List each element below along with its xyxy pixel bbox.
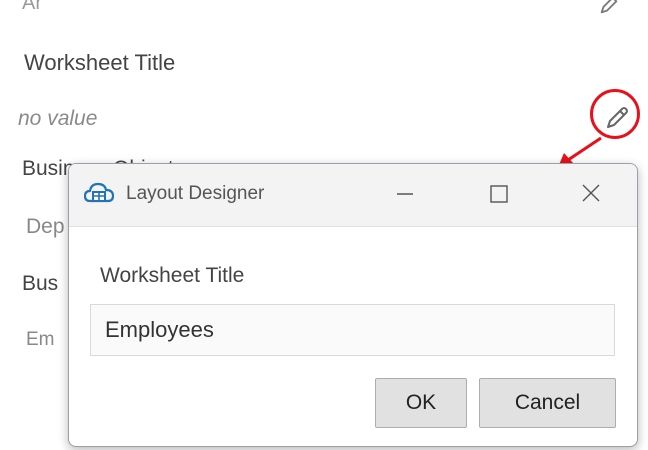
pencil-icon-top[interactable]: [598, 0, 620, 16]
cancel-button[interactable]: Cancel: [479, 378, 616, 428]
property-value: no value: [18, 107, 98, 130]
background-row-dep: Dep: [26, 215, 65, 238]
property-title: Worksheet Title: [24, 50, 176, 75]
background-row-em: Em: [26, 329, 55, 350]
maximize-icon[interactable]: [477, 172, 523, 216]
layout-designer-dialog: Layout Designer Worksheet Title OK Cance…: [68, 163, 638, 447]
dialog-titlebar[interactable]: Layout Designer: [69, 164, 637, 227]
dialog-title: Layout Designer: [126, 183, 265, 204]
layout-designer-app-icon: [84, 182, 114, 203]
background-row-bus: Bus: [22, 272, 59, 295]
worksheet-title-label: Worksheet Title: [100, 264, 245, 287]
minimize-icon[interactable]: [381, 172, 427, 216]
clipped-property-label: Ar: [22, 0, 42, 14]
close-icon[interactable]: [569, 172, 615, 216]
ok-button[interactable]: OK: [375, 378, 467, 428]
worksheet-title-input[interactable]: [90, 304, 615, 356]
